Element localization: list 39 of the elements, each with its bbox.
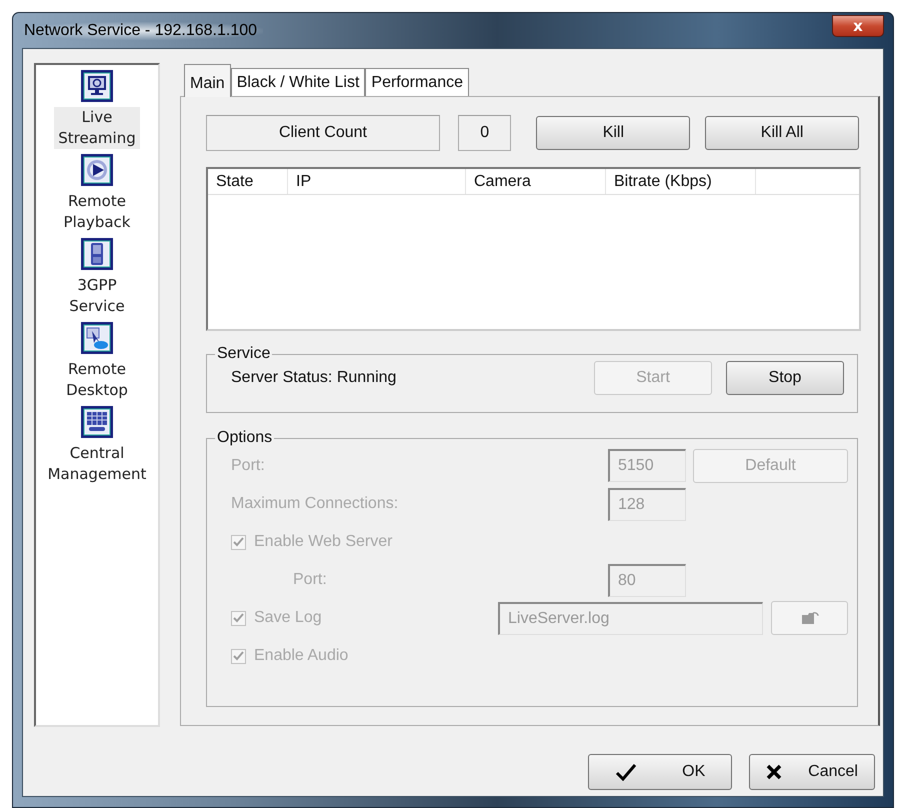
cancel-button[interactable]: Cancel [749,754,875,790]
sidebar-item[interactable]: Remote Playback [60,191,134,233]
folder-icon [800,610,818,626]
window-title: Network Service - 192.168.1.100 [22,22,264,40]
close-icon [766,764,782,780]
checkbox-label: Save Log [254,609,323,627]
close-button[interactable]: x [832,14,884,36]
column-header[interactable]: State [208,169,288,194]
field-label: Port: [293,571,328,589]
client-count-label: Client Count [206,114,440,150]
checkbox-label: Enable Audio [254,647,348,665]
column-header[interactable]: IP [288,169,466,194]
group-title: Service [216,345,272,363]
tab[interactable]: Performance [365,68,469,96]
grid-icon [80,405,114,439]
kill-button[interactable]: Kill [536,116,690,150]
client-count-value: 0 [458,114,512,150]
service-button[interactable]: Stop [726,361,844,395]
field-label: Maximum Connections: [231,495,400,513]
column-header[interactable]: Camera [466,169,606,194]
field-label: Port: [231,457,266,475]
server-status: Server Status: Running [231,369,398,387]
browse-button[interactable] [771,601,848,635]
tab[interactable]: Black / White List [230,68,366,96]
monitor-icon [80,69,114,103]
kill-button[interactable]: Kill All [705,116,860,150]
sidebar-item[interactable]: Central Management [44,443,150,485]
ok-button[interactable]: OK [588,754,732,790]
sidebar-item[interactable]: 3GPP Service [65,275,129,317]
tab[interactable]: Main [184,64,231,97]
checkbox-label: Enable Web Server [254,533,392,551]
checkmark-icon [614,763,637,781]
desktop-icon [80,321,114,355]
phone-icon [80,237,114,271]
sidebar-item[interactable]: Live Streaming [54,107,140,149]
group-title: Options [216,429,274,447]
sidebar-item[interactable]: Remote Desktop [62,359,132,401]
column-header[interactable]: Bitrate (Kbps) [606,169,756,194]
play-icon [80,153,114,187]
